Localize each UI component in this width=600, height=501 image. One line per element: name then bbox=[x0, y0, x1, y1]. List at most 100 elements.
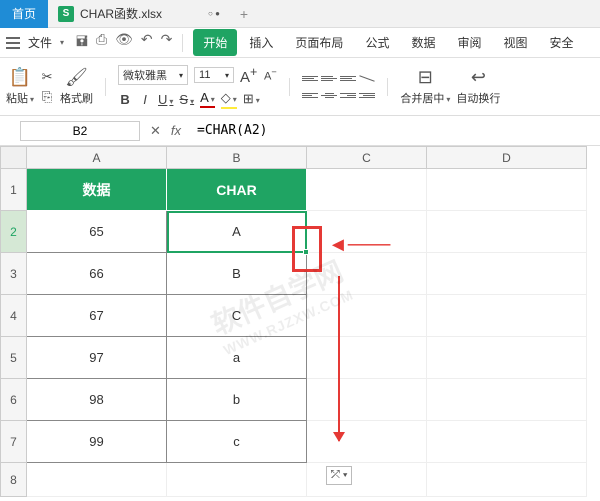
align-bottom-icon[interactable] bbox=[340, 71, 356, 85]
format-painter-button[interactable]: 🖌 格式刷 bbox=[60, 67, 93, 106]
fill-handle[interactable] bbox=[303, 249, 309, 255]
row-header[interactable]: 4 bbox=[1, 295, 27, 337]
tab-data[interactable]: 数据 bbox=[401, 29, 445, 56]
hamburger-icon[interactable] bbox=[6, 37, 20, 49]
fx-button[interactable]: fx bbox=[171, 123, 181, 139]
sheet-area: A B C D 1 数据 CHAR 2 65 A 3 66 B 4 67 C 5… bbox=[0, 146, 600, 497]
font-group: 微软雅黑▾ 11▾ A+ A− B I U S A ◇ ⊞ bbox=[118, 65, 277, 109]
font-size-select[interactable]: 11▾ bbox=[194, 67, 234, 83]
col-header[interactable]: D bbox=[427, 147, 587, 169]
divider bbox=[289, 78, 290, 96]
cell[interactable] bbox=[427, 253, 587, 295]
new-tab-button[interactable]: + bbox=[230, 6, 258, 22]
indent-icon[interactable] bbox=[359, 88, 375, 102]
print-icon[interactable]: ⎙ bbox=[96, 31, 107, 55]
file-menu[interactable]: 文件 bbox=[26, 34, 54, 51]
tab-insert[interactable]: 插入 bbox=[239, 29, 283, 56]
cell[interactable]: a bbox=[167, 337, 307, 379]
cell[interactable]: A bbox=[167, 211, 307, 253]
name-box-input[interactable] bbox=[20, 121, 140, 141]
font-increase-icon[interactable]: A+ bbox=[240, 65, 257, 86]
cell[interactable] bbox=[427, 295, 587, 337]
bold-button[interactable]: B bbox=[118, 92, 132, 107]
cell[interactable]: b bbox=[167, 379, 307, 421]
align-right-icon[interactable] bbox=[340, 88, 356, 102]
table-header-cell[interactable]: 数据 bbox=[27, 169, 167, 211]
formula-input[interactable] bbox=[191, 121, 600, 140]
cell[interactable] bbox=[427, 463, 587, 497]
row-header[interactable]: 5 bbox=[1, 337, 27, 379]
orientation-icon[interactable] bbox=[359, 71, 375, 85]
quick-access-toolbar: 🖬 ⎙ 👁 ↶ ↷ bbox=[76, 31, 172, 55]
redo-icon[interactable]: ↷ bbox=[161, 31, 173, 55]
align-top-icon[interactable] bbox=[302, 71, 318, 85]
font-name-select[interactable]: 微软雅黑▾ bbox=[118, 65, 188, 85]
undo-icon[interactable]: ↶ bbox=[141, 31, 153, 55]
cell[interactable] bbox=[427, 211, 587, 253]
cell[interactable]: B bbox=[167, 253, 307, 295]
wrap-text-button[interactable]: ↩ 自动换行 bbox=[456, 67, 500, 106]
copy-icon[interactable]: ⎘ bbox=[40, 89, 54, 105]
cell[interactable] bbox=[167, 463, 307, 497]
row-header[interactable]: 6 bbox=[1, 379, 27, 421]
select-all-corner[interactable] bbox=[1, 147, 27, 169]
cell[interactable] bbox=[27, 463, 167, 497]
font-color-button[interactable]: A bbox=[200, 90, 215, 108]
tab-formula[interactable]: 公式 bbox=[355, 29, 399, 56]
cell[interactable] bbox=[307, 337, 427, 379]
tab-view[interactable]: 视图 bbox=[493, 29, 537, 56]
tab-indicator-icon[interactable]: ○ ● bbox=[208, 9, 220, 18]
cell[interactable]: 67 bbox=[27, 295, 167, 337]
cell[interactable]: C bbox=[167, 295, 307, 337]
italic-button[interactable]: I bbox=[138, 92, 152, 107]
tab-review[interactable]: 审阅 bbox=[447, 29, 491, 56]
cell[interactable] bbox=[427, 379, 587, 421]
row-header[interactable]: 2 bbox=[1, 211, 27, 253]
paste-button[interactable]: 📋 粘贴 bbox=[6, 67, 34, 106]
spreadsheet-grid[interactable]: A B C D 1 数据 CHAR 2 65 A 3 66 B 4 67 C 5… bbox=[0, 146, 587, 497]
cell[interactable] bbox=[307, 169, 427, 211]
row-header[interactable]: 7 bbox=[1, 421, 27, 463]
align-left-icon[interactable] bbox=[302, 88, 318, 102]
strike-button[interactable]: S bbox=[179, 92, 194, 107]
cell[interactable]: 98 bbox=[27, 379, 167, 421]
cell[interactable] bbox=[307, 253, 427, 295]
cell[interactable] bbox=[307, 211, 427, 253]
cut-icon[interactable]: ✂ bbox=[40, 69, 54, 85]
cell[interactable]: 66 bbox=[27, 253, 167, 295]
preview-icon[interactable]: 👁 bbox=[115, 31, 133, 55]
save-icon[interactable]: 🖬 bbox=[76, 31, 88, 55]
row-header[interactable]: 1 bbox=[1, 169, 27, 211]
cell[interactable] bbox=[307, 295, 427, 337]
cell[interactable]: c bbox=[167, 421, 307, 463]
tab-security[interactable]: 安全 bbox=[540, 29, 584, 56]
tab-start[interactable]: 开始 bbox=[193, 29, 237, 56]
cell[interactable] bbox=[427, 337, 587, 379]
cancel-icon[interactable]: ✕ bbox=[150, 123, 161, 139]
cell[interactable] bbox=[307, 421, 427, 463]
autofill-options-button[interactable]: ⤱ ▾ bbox=[326, 466, 352, 485]
col-header[interactable]: B bbox=[167, 147, 307, 169]
fill-color-button[interactable]: ◇ bbox=[221, 90, 237, 109]
align-center-icon[interactable] bbox=[321, 88, 337, 102]
home-tab[interactable]: 首页 bbox=[0, 0, 48, 28]
underline-button[interactable]: U bbox=[158, 92, 173, 107]
merge-center-button[interactable]: ⊟ 合并居中 bbox=[400, 67, 450, 106]
font-decrease-icon[interactable]: A− bbox=[263, 67, 277, 83]
col-header[interactable]: C bbox=[307, 147, 427, 169]
file-tab[interactable]: S CHAR函数.xlsx ○ ● bbox=[48, 0, 230, 28]
cell[interactable]: 97 bbox=[27, 337, 167, 379]
table-header-cell[interactable]: CHAR bbox=[167, 169, 307, 211]
border-button[interactable]: ⊞ bbox=[243, 91, 260, 107]
cell[interactable]: 99 bbox=[27, 421, 167, 463]
cell[interactable] bbox=[307, 463, 427, 497]
align-middle-icon[interactable] bbox=[321, 71, 337, 85]
cell[interactable] bbox=[427, 421, 587, 463]
row-header[interactable]: 3 bbox=[1, 253, 27, 295]
col-header[interactable]: A bbox=[27, 147, 167, 169]
row-header[interactable]: 8 bbox=[1, 463, 27, 497]
cell[interactable]: 65 bbox=[27, 211, 167, 253]
cell[interactable] bbox=[307, 379, 427, 421]
cell[interactable] bbox=[427, 169, 587, 211]
tab-layout[interactable]: 页面布局 bbox=[285, 29, 353, 56]
